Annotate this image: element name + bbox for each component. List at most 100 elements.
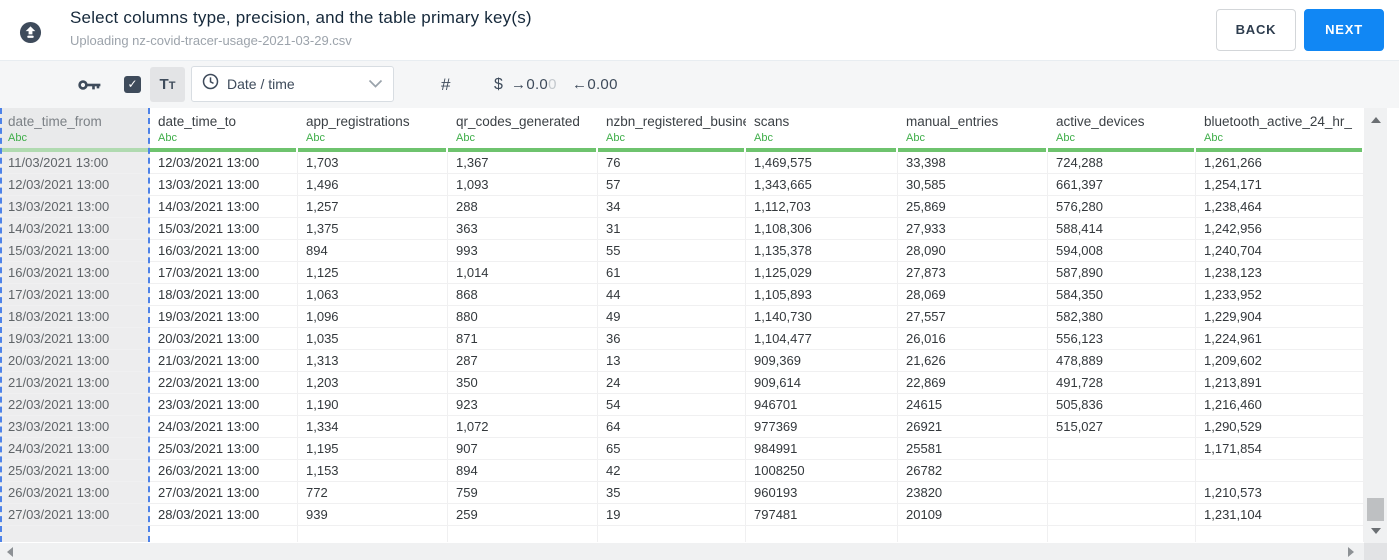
table-cell: 42: [598, 460, 746, 482]
table-cell: 1,112,703: [746, 196, 898, 218]
table-cell: 1,334: [298, 416, 448, 438]
table-cell: 1,367: [448, 152, 598, 174]
table-cell: 1,213,891: [1196, 372, 1364, 394]
text-type-button[interactable]: TT: [150, 67, 185, 102]
table-cell: 1,209,602: [1196, 350, 1364, 372]
table-cell: 287: [448, 350, 598, 372]
table-cell: 24/03/2021 13:00: [150, 416, 298, 438]
column-header-app_registrations[interactable]: app_registrations Abc: [298, 108, 448, 148]
table-cell: [1048, 504, 1196, 526]
scroll-right-icon[interactable]: [1348, 547, 1354, 557]
table-row: 26/03/2021 13:00 27/03/2021 13:00 772 759 35…: [0, 482, 1364, 504]
column-header-bluetooth_active_24_hr_[interactable]: bluetooth_active_24_hr_ Abc: [1196, 108, 1364, 148]
table-cell: 1,216,460: [1196, 394, 1364, 416]
scroll-down-icon[interactable]: [1371, 528, 1381, 534]
table-cell: 27,557: [898, 306, 1048, 328]
column-type-toolbar: ✓ TT Date / time # $ → 0.0 0 ← 0.00: [0, 61, 1399, 108]
table-cell: 772: [298, 482, 448, 504]
table-cell: 505,836: [1048, 394, 1196, 416]
table-cell: 19/03/2021 13:00: [150, 306, 298, 328]
column-header-scans[interactable]: scans Abc: [746, 108, 898, 148]
upload-icon: [19, 21, 42, 44]
table-cell: 478,889: [1048, 350, 1196, 372]
table-cell: 18/03/2021 13:00: [0, 306, 150, 328]
table-cell: 27/03/2021 13:00: [150, 482, 298, 504]
column-header-manual_entries[interactable]: manual_entries Abc: [898, 108, 1048, 148]
column-name: active_devices: [1056, 114, 1145, 129]
table-cell: 12/03/2021 13:00: [150, 152, 298, 174]
table-cell: [448, 526, 598, 542]
table-cell: 909,369: [746, 350, 898, 372]
table-cell: 576,280: [1048, 196, 1196, 218]
table-cell: 363: [448, 218, 598, 240]
table-row: 23/03/2021 13:00 24/03/2021 13:00 1,334 1,0…: [0, 416, 1364, 438]
next-button[interactable]: NEXT: [1304, 9, 1384, 51]
column-name: date_time_to: [158, 114, 237, 129]
scrollbar-corner: [1364, 543, 1387, 560]
table-cell: 26921: [898, 416, 1048, 438]
table-cell: 16/03/2021 13:00: [0, 262, 150, 284]
table-cell: 350: [448, 372, 598, 394]
table-cell: 946701: [746, 394, 898, 416]
table-cell: 44: [598, 284, 746, 306]
table-cell: 1,257: [298, 196, 448, 218]
primary-key-icon[interactable]: [78, 61, 102, 108]
table-cell: 661,397: [1048, 174, 1196, 196]
table-cell: 993: [448, 240, 598, 262]
currency-type-icon[interactable]: $: [494, 61, 503, 108]
column-header-active_devices[interactable]: active_devices Abc: [1048, 108, 1196, 148]
table-cell: 1,238,464: [1196, 196, 1364, 218]
scroll-up-icon[interactable]: [1371, 117, 1381, 123]
selected-column-right-border: [148, 108, 150, 542]
page-title: Select columns type, precision, and the …: [70, 8, 532, 27]
increase-decimal-button[interactable]: → 0.0 0: [511, 61, 557, 108]
scroll-left-icon[interactable]: [7, 547, 13, 557]
table-cell: 26,016: [898, 328, 1048, 350]
table-cell: 13/03/2021 13:00: [150, 174, 298, 196]
table-cell: 1,190: [298, 394, 448, 416]
decimal-increase-digits: 0.0: [526, 76, 549, 93]
table-cell: 13: [598, 350, 746, 372]
vertical-scrollbar[interactable]: [1364, 108, 1387, 543]
table-cell: 977369: [746, 416, 898, 438]
back-button[interactable]: BACK: [1216, 9, 1296, 51]
decrease-decimal-button[interactable]: ← 0.00: [572, 61, 618, 108]
table-cell: 49: [598, 306, 746, 328]
column-header-qr_codes_generated[interactable]: qr_codes_generated Abc: [448, 108, 598, 148]
table-cell: [298, 526, 448, 542]
table-row: 16/03/2021 13:00 17/03/2021 13:00 1,125 1,0…: [0, 262, 1364, 284]
table-cell: 31: [598, 218, 746, 240]
vertical-scrollbar-thumb[interactable]: [1367, 498, 1384, 521]
table-cell: 1,125,029: [746, 262, 898, 284]
column-name: scans: [754, 114, 790, 129]
table-cell: 35: [598, 482, 746, 504]
column-type-badge: Abc: [606, 132, 625, 144]
table-cell: 724,288: [1048, 152, 1196, 174]
table-cell: 21,626: [898, 350, 1048, 372]
table-cell: 515,027: [1048, 416, 1196, 438]
table-row-partial: [0, 526, 1364, 542]
table-row: 22/03/2021 13:00 23/03/2021 13:00 1,190 923…: [0, 394, 1364, 416]
table-cell: 868: [448, 284, 598, 306]
table-cell: 1,469,575: [746, 152, 898, 174]
column-type-dropdown[interactable]: Date / time: [191, 66, 394, 102]
column-type-badge: Abc: [1056, 132, 1075, 144]
table-cell: 25/03/2021 13:00: [150, 438, 298, 460]
column-include-checkbox[interactable]: ✓: [124, 76, 141, 93]
table-cell: 28,069: [898, 284, 1048, 306]
table-cell: 1,313: [298, 350, 448, 372]
column-type-badge: Abc: [456, 132, 475, 144]
column-header-date_time_from[interactable]: date_time_from Abc: [0, 108, 150, 148]
column-header-date_time_to[interactable]: date_time_to Abc: [150, 108, 298, 148]
number-type-icon[interactable]: #: [441, 61, 450, 108]
table-cell: [0, 526, 150, 542]
table-cell: 759: [448, 482, 598, 504]
horizontal-scrollbar[interactable]: [0, 543, 1364, 560]
table-cell: [598, 526, 746, 542]
column-header-nzbn_registered_busine[interactable]: nzbn_registered_busine Abc: [598, 108, 746, 148]
table-row: 27/03/2021 13:00 28/03/2021 13:00 939 259 19…: [0, 504, 1364, 526]
column-name: bluetooth_active_24_hr_: [1204, 114, 1352, 129]
table-cell: 20/03/2021 13:00: [0, 350, 150, 372]
table-cell: 27,933: [898, 218, 1048, 240]
table-cell: 960193: [746, 482, 898, 504]
